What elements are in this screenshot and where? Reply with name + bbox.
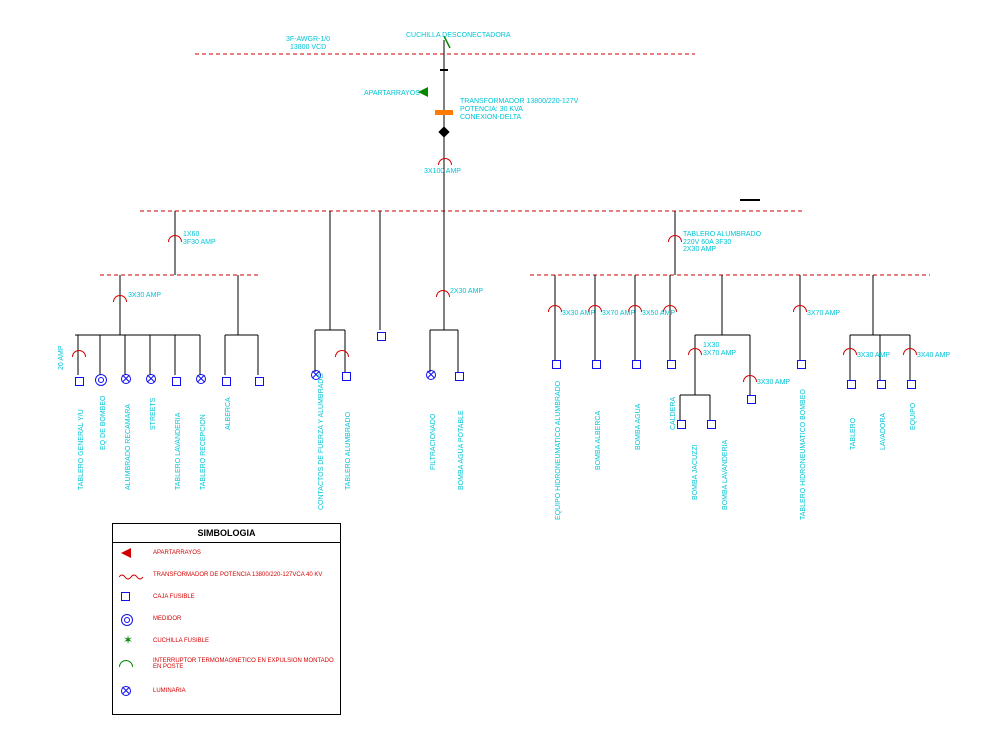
amp-b3a: 3X30 AMP (562, 310, 595, 318)
leaf-1: EQ DE BOMBEO (100, 396, 108, 450)
caja-fusible-icon (592, 360, 601, 369)
leaf-12: BOMBA ALBERCA (595, 411, 603, 470)
amp-b1: 1X60 3F30 AMP (183, 231, 216, 246)
lbl-cuchilla: CUCHILLA DESCONECTADORA (406, 32, 511, 40)
caja-fusible-icon (907, 380, 916, 389)
leaf-11: EQUIPO HIDRONEUMATICO ALUMBRADO (555, 381, 563, 520)
leaf-15: BOMBA JACUZZI (692, 444, 700, 500)
legend-row-3: MEDIDOR (113, 611, 340, 631)
amp-b3csub: 1X30 3X70 AMP (703, 342, 736, 357)
leaf-3: STREETS (150, 398, 158, 430)
leaf-2: ALUMBRADO RECAMARA (125, 404, 133, 490)
breaker-icon (668, 235, 682, 242)
leaf-0: TABLERO GENERAL Y/U (78, 409, 86, 490)
caja-fusible-icon (747, 395, 756, 404)
leaf-19: LAVADORA (880, 413, 888, 450)
caja-fusible-icon (677, 420, 686, 429)
legend-txt-0: APARTARRAYOS (153, 550, 201, 556)
leaf-14: CALDERA (670, 397, 678, 430)
legend-row-1: TRANSFORMADOR DE POTENCIA 13800/220-127V… (113, 567, 340, 587)
caja-fusible-icon (632, 360, 641, 369)
legend-row-4: ✶ CUCHILLA FUSIBLE (113, 633, 340, 653)
lbl-main-amp: 3X100 AMP (424, 168, 461, 176)
caja-fusible-icon (222, 377, 231, 386)
leaf-20: EQUIPO (910, 403, 918, 430)
amp-b3c: 3X50 AMP (642, 310, 675, 318)
amp-b3e: 3X30 AMP (857, 352, 890, 360)
breaker-icon (113, 295, 127, 302)
caja-fusible-icon (377, 332, 386, 341)
amp-b3cleaf: 3X30 AMP (757, 379, 790, 387)
luminaria-icon (196, 374, 206, 384)
legend-txt-6: LUMINARIA (153, 688, 186, 694)
luminaria-icon (426, 370, 436, 380)
breaker-icon (438, 158, 452, 165)
breaker-icon (843, 348, 857, 355)
lbl-trf-1: TRANSFORMADOR 13800/220-127V (460, 98, 578, 106)
caja-fusible-icon (75, 377, 84, 386)
caja-fusible-icon (797, 360, 806, 369)
leaf-7: CONTACTOS DE FUERZA Y ALUMBRADO (318, 373, 326, 510)
lbl-incoming-2: 13800 VCD (290, 44, 326, 52)
caja-fusible-icon (255, 377, 264, 386)
leaf-10: BOMBA AGUA POTABLE (458, 410, 466, 490)
lbl-apartarrayos: APARTARRAYOS (364, 90, 420, 98)
leaf-18: TABLERO (850, 418, 858, 450)
legend-txt-3: MEDIDOR (153, 616, 181, 622)
amp-b2: 2X30 AMP (450, 288, 483, 296)
apartarrayos-icon (418, 87, 428, 97)
caja-fusible-icon (847, 380, 856, 389)
legend-txt-1: TRANSFORMADOR DE POTENCIA 13800/220-127V… (153, 572, 322, 578)
lbl-trf-3: CONEXION-DELTA (460, 114, 521, 122)
lbl-trf-2: POTENCIA: 30 KVA (460, 106, 523, 114)
leaf-17: TABLERO HIDRONEUMATICO BOMBEO (800, 389, 808, 520)
breaker-icon (168, 235, 182, 242)
breaker-icon (548, 305, 562, 312)
amp-b1a: 3X30 AMP (128, 292, 161, 300)
legend-txt-5: INTERRUPTOR TERMOMAGNETICO EN EXPULSION … (153, 658, 340, 670)
amp-b3: TABLERO ALUMBRADO 220V 60A 3F30 2X30 AMP (683, 231, 761, 254)
amp-b1leaf: 20 AMP (58, 345, 66, 370)
breaker-icon (903, 348, 917, 355)
leaf-16: BOMBA LAVANDERIA (722, 440, 730, 510)
caja-fusible-icon (707, 420, 716, 429)
caja-fusible-icon (342, 372, 351, 381)
amp-b3b: 3X70 AMP (602, 310, 635, 318)
legend-row-0: APARTARRAYOS (113, 545, 340, 565)
leaf-9: FILTRACIONADO (430, 414, 438, 470)
amp-b3f: 3X40 AMP (917, 352, 950, 360)
leaf-8: TABLERO ALUMBRADO (345, 412, 353, 490)
luminaria-icon (121, 374, 131, 384)
luminaria-icon (146, 374, 156, 384)
leaf-5: TABLERO RECEPCION (200, 414, 208, 490)
caja-fusible-icon (172, 377, 181, 386)
legend-row-2: CAJA FUSIBLE (113, 589, 340, 609)
breaker-icon (436, 290, 450, 297)
lbl-incoming-1: 3F-AWGR-1/0 (286, 36, 330, 44)
amp-b3d: 3X70 AMP (807, 310, 840, 318)
breaker-icon (335, 350, 349, 357)
breaker-icon (793, 305, 807, 312)
leaf-13: BOMBA AGUA (635, 404, 643, 450)
medidor-icon (95, 374, 107, 386)
breaker-icon (743, 375, 757, 382)
breaker-icon (72, 350, 86, 357)
unifilar-network (0, 0, 1000, 560)
breaker-icon (688, 348, 702, 355)
legend-row-5: INTERRUPTOR TERMOMAGNETICO EN EXPULSION … (113, 655, 340, 681)
leaf-4: TABLERO LAVANDERIA (175, 413, 183, 490)
caja-fusible-icon (877, 380, 886, 389)
legend-box: SIMBOLOGIA APARTARRAYOS TRANSFORMADOR DE… (112, 523, 341, 715)
legend-row-6: LUMINARIA (113, 683, 340, 703)
legend-title: SIMBOLOGIA (113, 524, 340, 543)
caja-fusible-icon (455, 372, 464, 381)
caja-fusible-icon (667, 360, 676, 369)
legend-txt-2: CAJA FUSIBLE (153, 594, 195, 600)
leaf-6: ALBERCA (225, 397, 233, 430)
legend-txt-4: CUCHILLA FUSIBLE (153, 638, 209, 644)
caja-fusible-icon (552, 360, 561, 369)
